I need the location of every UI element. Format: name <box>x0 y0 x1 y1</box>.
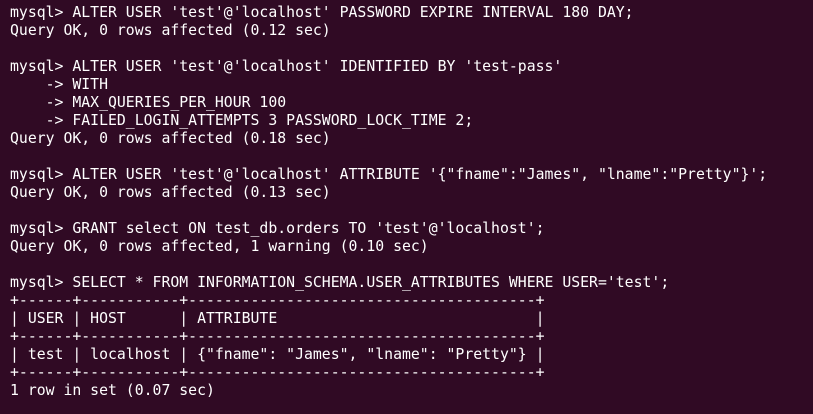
query-result-line: Query OK, 0 rows affected (0.12 sec) <box>10 22 331 39</box>
table-border-line: +------+-----------+--------------------… <box>10 292 545 309</box>
query-result-line: 1 row in set (0.07 sec) <box>10 382 215 399</box>
table-header-row: | USER | HOST | ATTRIBUTE | <box>10 310 545 327</box>
continuation-line: -> FAILED_LOGIN_ATTEMPTS 3 PASSWORD_LOCK… <box>10 112 474 129</box>
continuation-line: -> WITH <box>10 76 108 93</box>
table-row: | test | localhost | {"fname": "James", … <box>10 346 545 363</box>
table-border-line: +------+-----------+--------------------… <box>10 328 545 345</box>
command-line: mysql> ALTER USER 'test'@'localhost' ATT… <box>10 166 768 183</box>
command-line: mysql> ALTER USER 'test'@'localhost' PAS… <box>10 4 634 21</box>
query-result-line: Query OK, 0 rows affected (0.18 sec) <box>10 130 331 147</box>
command-line: mysql> ALTER USER 'test'@'localhost' IDE… <box>10 58 563 75</box>
terminal-window[interactable]: mysql> ALTER USER 'test'@'localhost' PAS… <box>0 0 813 414</box>
table-border-line: +------+-----------+--------------------… <box>10 364 545 381</box>
continuation-line: -> MAX_QUERIES_PER_HOUR 100 <box>10 94 287 111</box>
query-result-line: Query OK, 0 rows affected, 1 warning (0.… <box>10 238 429 255</box>
command-line: mysql> GRANT select ON test_db.orders TO… <box>10 220 545 237</box>
query-result-line: Query OK, 0 rows affected (0.13 sec) <box>10 184 331 201</box>
command-line: mysql> SELECT * FROM INFORMATION_SCHEMA.… <box>10 274 670 291</box>
